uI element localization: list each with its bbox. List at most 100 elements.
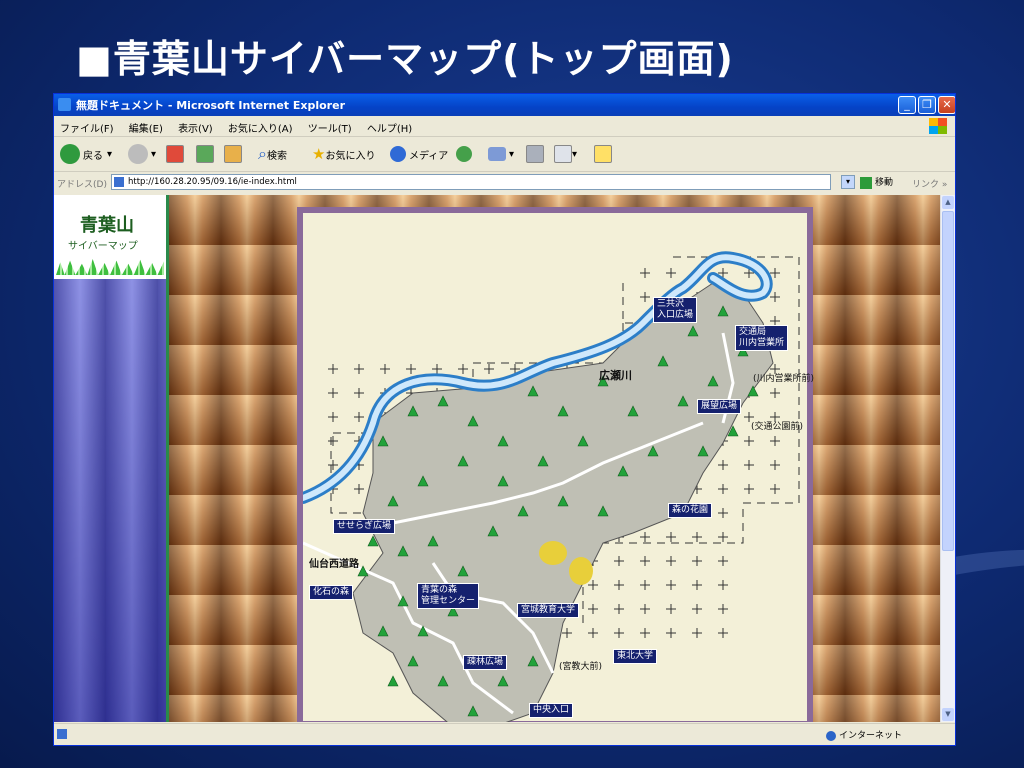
toolbar: 戻る ▾ ▾ ⌕ 検索 ★ お気に入り メディア ▾ ▾ — [54, 137, 955, 172]
grid-cross — [718, 556, 728, 566]
scroll-down-arrow-icon[interactable]: ▼ — [942, 708, 954, 721]
search-button[interactable]: ⌕ 検索 — [258, 143, 287, 165]
grid-cross — [692, 556, 702, 566]
label-seseragi[interactable]: せせらぎ広場 — [333, 519, 396, 534]
grid-cross — [614, 628, 624, 638]
links-button[interactable]: リンク » — [912, 177, 947, 190]
refresh-button[interactable] — [196, 143, 214, 165]
menu-view[interactable]: 表示(V) — [178, 120, 213, 135]
back-button[interactable]: 戻る ▾ — [60, 143, 112, 165]
map-frame: 広瀬川 三共沢 入口広場 交通局 川内営業所 (川内営業所前) 展望広場 (交通… — [297, 207, 814, 722]
grid-cross — [640, 604, 650, 614]
pond — [569, 557, 593, 585]
mail-button[interactable]: ▾ — [488, 143, 514, 165]
menu-file[interactable]: ファイル(F) — [60, 120, 114, 135]
pond — [539, 541, 567, 565]
grass-decoration — [56, 259, 164, 275]
home-button[interactable] — [224, 143, 242, 165]
label-tohoku[interactable]: 東北大学 — [613, 649, 658, 664]
label-sansawa[interactable]: 三共沢 入口広場 — [653, 297, 698, 323]
discuss-button[interactable] — [594, 143, 612, 165]
grid-cross — [718, 532, 728, 542]
grid-cross — [666, 532, 676, 542]
grid-cross — [718, 604, 728, 614]
grid-cross — [770, 268, 780, 278]
grid-cross — [354, 364, 364, 374]
menu-edit[interactable]: 編集(E) — [129, 120, 163, 135]
grid-cross — [354, 388, 364, 398]
media-button[interactable]: メディア — [390, 143, 448, 165]
grid-cross — [640, 580, 650, 590]
menu-bar: ファイル(F) 編集(E) 表示(V) お気に入り(A) ツール(T) ヘルプ(… — [54, 116, 955, 137]
search-label: 検索 — [266, 150, 287, 162]
favorites-button[interactable]: ★ お気に入り — [312, 143, 375, 165]
forward-button[interactable]: ▾ — [128, 143, 156, 165]
menu-tools[interactable]: ツール(T) — [308, 120, 352, 135]
grid-cross — [380, 364, 390, 374]
grid-cross — [692, 604, 702, 614]
address-dropdown[interactable]: ▾ — [841, 175, 855, 189]
edit-button[interactable]: ▾ — [554, 143, 577, 165]
label-tenbo[interactable]: 展望広場 — [697, 399, 742, 414]
word-icon — [554, 145, 572, 163]
scroll-up-arrow-icon[interactable]: ▲ — [942, 196, 954, 209]
grid-cross — [354, 484, 364, 494]
media-label: メディア — [409, 150, 449, 162]
security-zone: インターネット — [826, 728, 902, 741]
address-url: http://160.28.20.95/09.16/ie-index.html — [128, 177, 297, 187]
grid-cross — [718, 508, 728, 518]
back-label: 戻る — [83, 150, 103, 162]
window-title: 無題ドキュメント - Microsoft Internet Explorer — [76, 99, 345, 112]
grid-cross — [692, 628, 702, 638]
history-button[interactable] — [456, 143, 475, 165]
maximize-button[interactable]: ❐ — [918, 96, 936, 114]
grid-cross — [640, 628, 650, 638]
stop-button[interactable] — [166, 143, 184, 165]
status-bar: インターネット — [54, 723, 955, 745]
map-svg[interactable] — [303, 213, 807, 722]
note-kotsu-park: (交通公園前) — [751, 422, 804, 432]
label-aoba-center[interactable]: 青葉の森 管理センター — [417, 583, 480, 609]
river-label: 広瀬川 — [599, 369, 632, 382]
note-miyakyo: (宮教大前) — [559, 662, 603, 672]
site-title: 青葉山 — [80, 215, 134, 236]
label-kotsu[interactable]: 交通局 川内営業所 — [735, 325, 789, 351]
close-button[interactable]: ✕ — [938, 96, 955, 114]
page-icon — [114, 177, 124, 187]
grid-cross — [406, 364, 416, 374]
scroll-thumb[interactable] — [942, 211, 954, 551]
grid-cross — [744, 484, 754, 494]
label-kaseki[interactable]: 化石の森 — [309, 585, 354, 600]
grid-cross — [640, 268, 650, 278]
menu-help[interactable]: ヘルプ(H) — [367, 120, 412, 135]
grid-cross — [328, 364, 338, 374]
grid-cross — [770, 460, 780, 470]
grid-cross — [770, 436, 780, 446]
go-arrow-icon — [860, 176, 872, 189]
page-status-icon — [57, 729, 67, 739]
search-icon: ⌕ — [258, 144, 267, 163]
address-bar: アドレス(D) http://160.28.20.95/09.16/ie-ind… — [54, 172, 955, 194]
grid-cross — [770, 484, 780, 494]
page-content: 青葉山 サイバーマップ 広瀬川 三共沢 入口広場 交通局 川内営業所 (川内営業… — [54, 195, 940, 722]
grid-cross — [718, 460, 728, 470]
favorites-label: お気に入り — [325, 150, 376, 162]
go-button[interactable]: 移動 — [860, 175, 893, 189]
label-shorin[interactable]: 疎林広場 — [463, 655, 508, 670]
grid-cross — [744, 460, 754, 470]
label-miyagi-edu[interactable]: 宮城教育大学 — [517, 603, 580, 618]
address-label: アドレス(D) — [57, 180, 107, 190]
grid-cross — [484, 364, 494, 374]
browser-window: 無題ドキュメント - Microsoft Internet Explorer _… — [53, 93, 956, 746]
grid-cross — [666, 580, 676, 590]
vertical-scrollbar[interactable]: ▲ ▼ — [940, 195, 955, 722]
grid-cross — [328, 436, 338, 446]
label-mori-kaen[interactable]: 森の花園 — [668, 503, 713, 518]
minimize-button[interactable]: _ — [898, 96, 916, 114]
print-button[interactable] — [526, 143, 544, 165]
address-input[interactable]: http://160.28.20.95/09.16/ie-index.html — [111, 174, 831, 190]
label-chuo[interactable]: 中央入口 — [529, 703, 574, 718]
menu-favorites[interactable]: お気に入り(A) — [228, 120, 293, 135]
grid-cross — [458, 364, 468, 374]
grid-cross — [588, 580, 598, 590]
